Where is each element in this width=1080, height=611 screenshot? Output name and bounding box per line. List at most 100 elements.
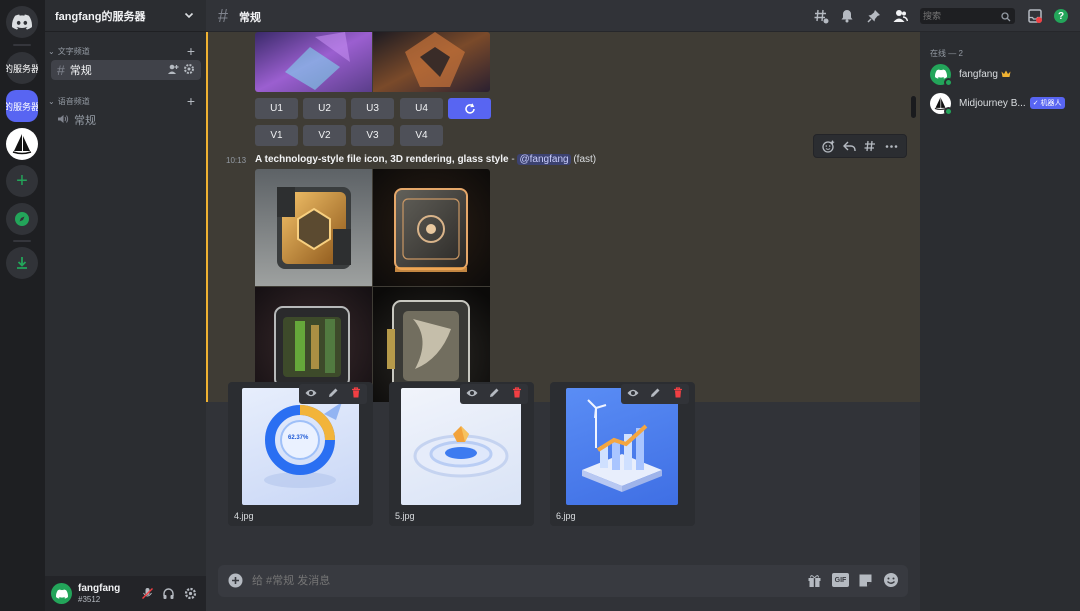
message-prompt: A technology-style file icon, 3D renderi… — [255, 154, 509, 165]
more-options-icon[interactable] — [885, 139, 899, 153]
preview-eye-icon[interactable] — [305, 387, 317, 401]
delete-trash-icon[interactable] — [512, 387, 522, 401]
message-list: U1 U2 U3 U4 V1 V2 V3 V4 10:13 A technolo… — [206, 32, 920, 402]
avatar[interactable] — [51, 583, 72, 604]
attachment-thumbnail[interactable]: 62.37% — [242, 388, 359, 505]
explore-servers-button[interactable] — [6, 203, 38, 235]
server-icon-2[interactable]: 的服务器 — [6, 90, 38, 122]
chat-scrollbar-thumb[interactable] — [911, 96, 916, 118]
message-hover-toolbar — [813, 134, 907, 158]
message-composer: GIF — [218, 565, 908, 597]
member-list: 在线 — 2 fangfang Midjourney B... ✓ 机器人 — [920, 0, 1080, 611]
help-icon[interactable]: ? — [1054, 9, 1068, 23]
create-thread-icon[interactable] — [864, 139, 878, 153]
attachment-thumbnail[interactable] — [401, 388, 521, 505]
server-label: 的服务器 — [6, 101, 38, 112]
emoji-icon[interactable] — [883, 572, 899, 591]
server-name: fangfang的服务器 — [55, 10, 146, 23]
variation-button-3[interactable]: V3 — [351, 125, 394, 146]
gear-icon[interactable] — [183, 63, 195, 78]
midjourney-server-icon[interactable] — [6, 128, 38, 160]
refresh-icon — [464, 103, 475, 114]
attachment-card[interactable]: 62.37% 4.jpg — [228, 382, 373, 526]
variation-button-4[interactable]: V4 — [400, 125, 443, 146]
preview-eye-icon[interactable] — [466, 387, 478, 401]
add-reaction-icon[interactable] — [822, 139, 836, 153]
upscale-button-2[interactable]: U2 — [303, 98, 346, 119]
attachment-filename: 4.jpg — [234, 511, 254, 521]
member-item-midjourney-bot[interactable]: Midjourney B... ✓ 机器人 — [930, 91, 1078, 116]
edit-pencil-icon[interactable] — [328, 387, 339, 401]
user-settings-gear-icon[interactable] — [184, 587, 197, 603]
muted-mic-icon[interactable] — [141, 587, 154, 603]
channel-item-general[interactable]: # 常规 — [51, 60, 201, 80]
channel-title: 常规 — [239, 12, 261, 24]
download-apps-button[interactable] — [6, 247, 38, 279]
attachment-tools — [621, 384, 689, 404]
category-text-channels[interactable]: ⌄ 文字频道 + — [48, 43, 203, 59]
pin-icon[interactable] — [867, 9, 881, 26]
preview-eye-icon[interactable] — [627, 387, 639, 401]
rail-separator — [13, 44, 31, 46]
generated-image-grid[interactable] — [255, 169, 490, 402]
user-panel: fangfang #3512 — [45, 576, 206, 611]
download-icon — [17, 257, 27, 269]
plus-icon: + — [16, 169, 28, 192]
attachment-thumbnail[interactable] — [566, 388, 678, 505]
message-input[interactable] — [252, 571, 772, 591]
compass-icon — [15, 212, 29, 226]
sticker-icon[interactable] — [858, 573, 873, 591]
add-server-button[interactable]: + — [6, 165, 38, 197]
member-list-icon[interactable] — [893, 9, 909, 26]
user-name: fangfang — [78, 583, 121, 594]
upscale-button-3[interactable]: U3 — [351, 98, 394, 119]
message-content: A technology-style file icon, 3D renderi… — [255, 154, 596, 165]
category-label: 语音频道 — [57, 96, 90, 106]
discord-home-button[interactable] — [6, 6, 38, 38]
upload-plus-icon[interactable] — [228, 573, 243, 591]
attachment-filename: 5.jpg — [395, 511, 415, 521]
main-chat-area: # 常规 U1 U2 U3 U4 V1 V2 V3 V4 10:13 A tec… — [206, 0, 920, 611]
delete-trash-icon[interactable] — [351, 387, 361, 401]
channel-label: 常规 — [69, 65, 92, 77]
gif-icon[interactable]: GIF — [832, 573, 849, 587]
threads-icon[interactable] — [814, 9, 829, 27]
bot-badge: ✓ 机器人 — [1029, 97, 1065, 109]
rail-separator — [13, 240, 31, 242]
message-timestamp: 10:13 — [226, 156, 247, 165]
attachment-card[interactable]: 6.jpg — [550, 382, 695, 526]
reply-icon[interactable] — [843, 139, 857, 153]
search-input[interactable] — [923, 9, 998, 23]
previous-image-grid[interactable] — [255, 32, 490, 92]
delete-trash-icon[interactable] — [673, 387, 683, 401]
variation-button-2[interactable]: V2 — [303, 125, 346, 146]
member-item-fangfang[interactable]: fangfang — [930, 62, 1078, 87]
user-mention[interactable]: @fangfang — [517, 154, 571, 165]
variation-button-1[interactable]: V1 — [255, 125, 298, 146]
topbar-right: ? — [920, 0, 1080, 32]
headphones-icon[interactable] — [162, 587, 175, 603]
edit-pencil-icon[interactable] — [489, 387, 500, 401]
category-voice-channels[interactable]: ⌄ 语音频道 + — [48, 93, 203, 109]
member-name: fangfang — [959, 68, 998, 80]
search-box[interactable] — [920, 8, 1015, 24]
inbox-icon[interactable] — [1028, 9, 1042, 26]
thumbnail-percent-label: 62.37% — [288, 435, 309, 441]
reroll-button[interactable] — [448, 98, 491, 119]
member-name: Midjourney B... — [959, 97, 1026, 109]
edit-pencil-icon[interactable] — [650, 387, 661, 401]
channel-item-voice-general[interactable]: 常规 — [51, 110, 201, 130]
upscale-button-4[interactable]: U4 — [400, 98, 443, 119]
add-channel-icon[interactable]: + — [187, 93, 195, 109]
discord-logo-icon — [934, 69, 947, 79]
attachment-card[interactable]: 5.jpg — [389, 382, 534, 526]
server-header[interactable]: fangfang的服务器 — [45, 0, 206, 32]
gift-icon[interactable] — [807, 573, 822, 591]
upscale-button-1[interactable]: U1 — [255, 98, 298, 119]
invite-icon[interactable] — [167, 63, 179, 78]
channel-topbar: # 常规 — [206, 0, 920, 32]
bell-icon[interactable] — [840, 9, 854, 26]
add-channel-icon[interactable]: + — [187, 43, 195, 59]
server-icon-1[interactable]: 的服务器 — [6, 52, 38, 84]
category-label: 文字频道 — [57, 46, 90, 56]
